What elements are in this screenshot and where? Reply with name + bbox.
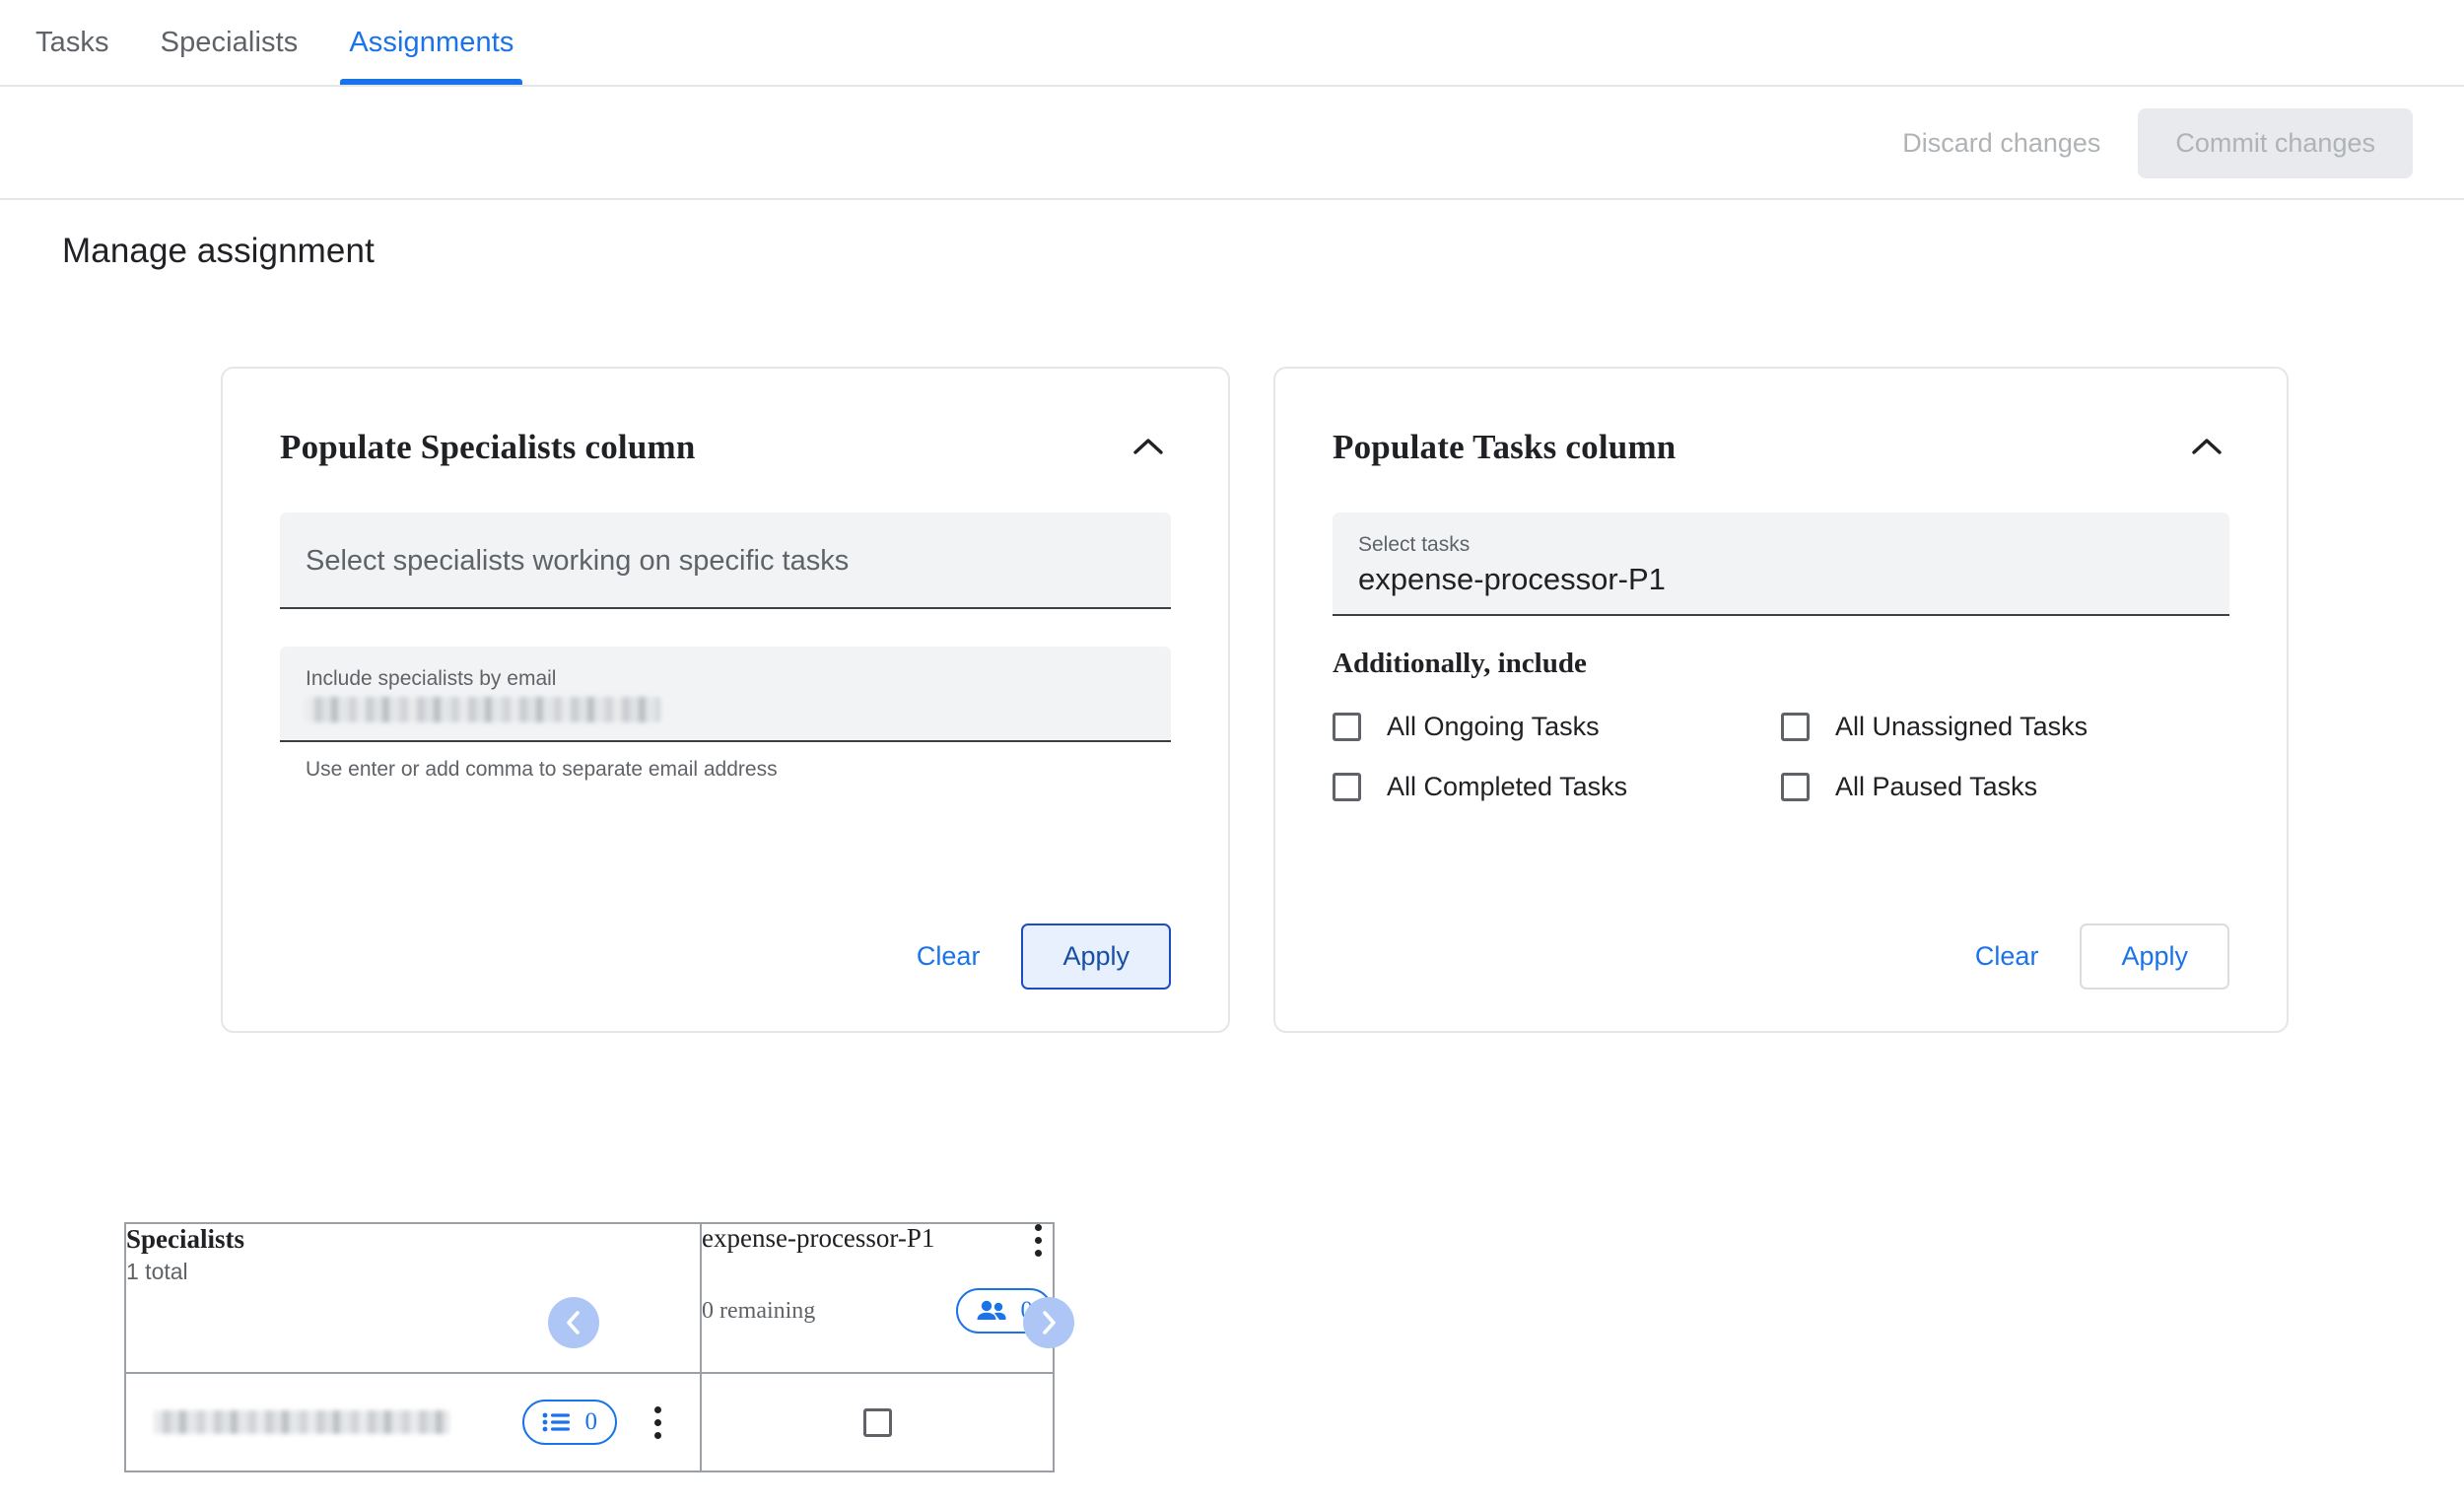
more-vert-icon: [653, 1431, 661, 1439]
specialist-row-menu-button[interactable]: [643, 1405, 672, 1439]
chevron-right-icon: [1043, 1311, 1056, 1334]
select-tasks-field[interactable]: Select tasks expense-processor-P1: [1333, 513, 2229, 617]
checkbox-label: All Ongoing Tasks: [1387, 712, 1600, 742]
checkbox-all-paused-tasks[interactable]: All Paused Tasks: [1781, 772, 2229, 802]
tasks-card-body: Select tasks expense-processor-P1 Additi…: [1275, 469, 2287, 802]
specialists-header-subtitle: 1 total: [126, 1259, 188, 1285]
tasks-card-collapse-button[interactable]: [2184, 424, 2229, 469]
commit-changes-button[interactable]: Commit changes: [2138, 108, 2413, 178]
tab-tasks-label: Tasks: [35, 26, 109, 58]
select-specialists-placeholder: Select specialists working on specific t…: [306, 544, 850, 577]
task-remaining-label: 0 remaining: [702, 1297, 816, 1324]
additional-include-checkbox-group: All Ongoing Tasks All Unassigned Tasks A…: [1333, 712, 2229, 802]
populate-tasks-card: Populate Tasks column Select tasks expen…: [1273, 367, 2289, 1033]
checkbox-label: All Completed Tasks: [1387, 772, 1628, 802]
chevron-left-icon: [567, 1311, 580, 1334]
assignment-cell-content: [702, 1374, 1053, 1471]
specialists-header-title: Specialists: [126, 1224, 245, 1254]
assignment-grid-wrapper: Specialists 1 total expense-processor-P1…: [124, 1222, 1055, 1472]
populate-specialists-card: Populate Specialists column Select speci…: [221, 367, 1230, 1033]
tasks-card-title: Populate Tasks column: [1333, 428, 1677, 466]
assignment-checkbox[interactable]: [862, 1407, 892, 1437]
task-header-menu-button[interactable]: [1023, 1224, 1053, 1257]
tab-specialists-label: Specialists: [160, 26, 299, 58]
specialists-card-actions: Clear Apply: [891, 924, 1171, 990]
checkbox-icon: [1781, 713, 1810, 742]
specialist-cell: 0: [124, 1372, 702, 1472]
specialists-header-cell: Specialists 1 total: [124, 1222, 702, 1374]
grid-header-row: Specialists 1 total expense-processor-P1…: [124, 1222, 1055, 1374]
additionally-include-heading: Additionally, include: [1333, 648, 1587, 680]
tab-assignments-label: Assignments: [349, 26, 514, 58]
select-specialists-field[interactable]: Select specialists working on specific t…: [280, 513, 1171, 609]
specialist-task-count: 0: [584, 1408, 598, 1435]
more-vert-icon: [1034, 1250, 1042, 1257]
specialist-email: [154, 1410, 449, 1434]
more-vert-icon: [1034, 1224, 1042, 1231]
assignment-grid: Specialists 1 total expense-processor-P1…: [124, 1222, 1055, 1472]
tab-specialists[interactable]: Specialists: [135, 0, 324, 85]
task-header-cell: expense-processor-P1 0 remaining: [700, 1222, 1055, 1374]
checkbox-all-completed-tasks[interactable]: All Completed Tasks: [1333, 772, 1781, 802]
specialists-card-body: Select specialists working on specific t…: [223, 469, 1228, 782]
page-title: Manage assignment: [62, 232, 375, 270]
action-bar: Discard changes Commit changes: [0, 89, 2464, 200]
grid-prev-button[interactable]: [548, 1297, 599, 1348]
checkbox-icon: [1333, 773, 1361, 802]
tab-tasks[interactable]: Tasks: [10, 0, 135, 85]
select-tasks-value: expense-processor-P1: [1358, 562, 1666, 597]
discard-changes-button[interactable]: Discard changes: [1877, 108, 2126, 178]
chevron-up-icon: [2192, 439, 2222, 454]
specialists-card-collapse-button[interactable]: [1126, 424, 1171, 469]
people-icon: [977, 1300, 1005, 1320]
checkbox-all-ongoing-tasks[interactable]: All Ongoing Tasks: [1333, 712, 1781, 742]
checkbox-all-unassigned-tasks[interactable]: All Unassigned Tasks: [1781, 712, 2229, 742]
specialists-card-title: Populate Specialists column: [280, 428, 696, 466]
checkbox-icon: [1781, 773, 1810, 802]
specialists-apply-button[interactable]: Apply: [1021, 924, 1171, 990]
chevron-up-icon: [1133, 439, 1163, 454]
include-specialists-email-value: [306, 697, 660, 723]
task-header-bottom: 0 remaining 0: [702, 1288, 1053, 1334]
app-root: Tasks Specialists Assignments Discard ch…: [0, 0, 2464, 1505]
more-vert-icon: [1034, 1237, 1042, 1244]
specialists-clear-button[interactable]: Clear: [891, 925, 1006, 988]
task-header-top: expense-processor-P1: [702, 1223, 1053, 1257]
assignment-cell: [700, 1372, 1055, 1472]
include-specialists-email-label: Include specialists by email: [306, 667, 557, 690]
include-specialists-email-field[interactable]: Include specialists by email: [280, 647, 1171, 743]
grid-next-button[interactable]: [1023, 1297, 1074, 1348]
task-header-title: expense-processor-P1: [702, 1223, 935, 1253]
tab-bar: Tasks Specialists Assignments: [0, 0, 2464, 87]
checkbox-label: All Unassigned Tasks: [1835, 712, 2088, 742]
table-row: 0: [124, 1372, 1055, 1472]
tasks-card-header: Populate Tasks column: [1275, 369, 2287, 469]
select-tasks-label: Select tasks: [1358, 533, 1471, 556]
specialists-card-header: Populate Specialists column: [223, 369, 1228, 469]
tasks-clear-button[interactable]: Clear: [1950, 925, 2065, 988]
checkbox-icon: [1333, 713, 1361, 742]
specialist-task-count-pill[interactable]: 0: [521, 1400, 617, 1445]
tasks-apply-button[interactable]: Apply: [2080, 924, 2229, 990]
list-icon: [542, 1412, 570, 1432]
tasks-card-actions: Clear Apply: [1950, 924, 2229, 990]
checkbox-label: All Paused Tasks: [1835, 772, 2038, 802]
tab-assignments[interactable]: Assignments: [323, 0, 539, 85]
more-vert-icon: [653, 1418, 661, 1426]
more-vert-icon: [653, 1405, 661, 1413]
email-hint-text: Use enter or add comma to separate email…: [306, 758, 778, 782]
specialist-row-content: 0: [126, 1374, 700, 1471]
